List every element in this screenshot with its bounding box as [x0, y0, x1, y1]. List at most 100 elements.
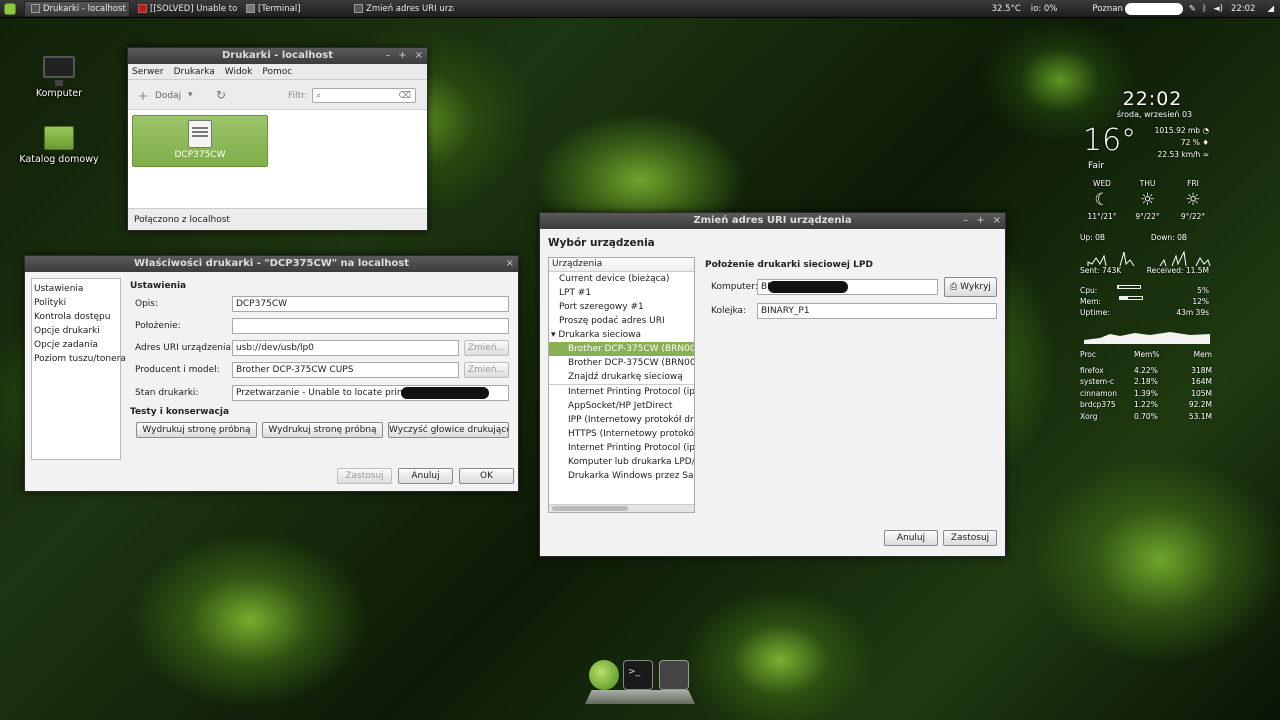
conky-cpu-value: 5%	[1197, 286, 1209, 295]
detail-title: Położenie drukarki sieciowej LPD	[705, 260, 873, 270]
props-sidebar-item[interactable]: Kontrola dostępu	[34, 310, 118, 324]
cancel-button[interactable]: Anuluj	[398, 468, 453, 484]
terminal-icon[interactable]: >_	[623, 660, 653, 690]
table-cell: 1.39%	[1134, 388, 1158, 398]
props-sidebar-item[interactable]: Poziom tuszu/tonera	[34, 352, 126, 366]
filter-input[interactable]: ⌕ ⌫	[312, 88, 416, 103]
volume-icon[interactable]: ◄)	[1213, 4, 1223, 14]
io-indicator: io: 0%	[1030, 4, 1058, 14]
uri-label: Adres URI urządzenia:	[135, 343, 235, 353]
props-titlebar[interactable]: Właściwości drukarki - "DCP375CW" na loc…	[25, 256, 518, 272]
minimize-icon[interactable]: –	[385, 48, 390, 64]
network-icon[interactable]: ◢	[1267, 4, 1274, 14]
close-icon[interactable]: ×	[415, 48, 423, 64]
device-list-item[interactable]: Current device (bieżąca)	[549, 272, 694, 286]
device-list-item[interactable]: AppSocket/HP JetDirect	[549, 399, 694, 413]
props-sidebar-item[interactable]: Ustawienia	[34, 282, 118, 296]
horizontal-scrollbar[interactable]	[549, 504, 694, 512]
system-monitor-icon[interactable]	[659, 660, 689, 690]
chevron-down-icon[interactable]: ▾	[188, 90, 193, 100]
close-icon[interactable]: ×	[993, 213, 1001, 229]
refresh-icon[interactable]: ↻	[216, 88, 226, 102]
maximize-icon[interactable]: +	[976, 213, 984, 229]
uri-field[interactable]: usb://dev/usb/lp0	[232, 340, 459, 356]
printers-titlebar[interactable]: Drukarki - localhost – + ×	[128, 48, 427, 64]
menu-icon[interactable]	[4, 2, 16, 15]
model-field[interactable]: Brother DCP-375CW CUPS	[232, 362, 459, 378]
device-list-item[interactable]: Internet Printing Protocol (ipps	[549, 385, 694, 399]
print-test-page-button-2[interactable]: Wydrukuj stronę próbną	[262, 422, 383, 438]
forecast-range: 9°/22°	[1180, 212, 1206, 221]
moon-icon: ☾	[1094, 190, 1110, 210]
props-title: Właściwości drukarki - "DCP375CW" na loc…	[133, 258, 409, 269]
apply-button[interactable]: Zastosuj	[943, 530, 997, 546]
clear-icon[interactable]: ⌫	[398, 89, 411, 102]
device-list-header[interactable]: Urządzenia	[549, 258, 694, 272]
refresh-app-icon[interactable]	[589, 660, 619, 690]
taskbar-item[interactable]: [[SOLVED] Unable to ...	[132, 1, 238, 17]
device-list-item[interactable]: Znajdź drukarkę sieciową	[549, 370, 694, 384]
device-list-item[interactable]: Port szeregowy #1	[549, 300, 694, 314]
clean-heads-button[interactable]: Wyczyść głowice drukujące	[388, 422, 509, 438]
location-field[interactable]	[232, 318, 509, 334]
forecast-day: WED ☾ 11°/21°	[1082, 179, 1122, 221]
gauge-icon: ◔	[1202, 126, 1209, 135]
menu-item[interactable]: Serwer	[132, 67, 164, 77]
sun-icon: ☼	[1139, 190, 1156, 210]
apply-button[interactable]: Zastosuj	[337, 468, 392, 484]
device-list-item[interactable]: Brother DCP-375CW (BRN001B	[549, 342, 694, 356]
add-icon[interactable]: +	[138, 89, 148, 103]
bluetooth-icon[interactable]: ᛒ	[1202, 4, 1207, 14]
desc-field[interactable]: DCP375CW	[232, 296, 509, 312]
uri-titlebar[interactable]: Zmień adres URI urządzenia – + ×	[540, 213, 1005, 229]
search-icon: ⌕	[316, 91, 322, 101]
close-icon[interactable]: ×	[506, 256, 514, 272]
taskbar-item[interactable]: Drukarki - localhost	[24, 0, 130, 17]
menu-item[interactable]: Drukarka	[174, 67, 215, 77]
props-sidebar-item[interactable]: Polityki	[34, 296, 118, 310]
panel-clock[interactable]: 22:02	[1231, 4, 1256, 14]
device-list-item[interactable]: ▾ Drukarka sieciowa	[549, 328, 694, 342]
change-uri-button[interactable]: Zmień...	[464, 340, 509, 356]
forecast-range: 11°/21°	[1087, 212, 1117, 221]
props-sidebar-item[interactable]: Opcje zadania	[34, 338, 118, 352]
device-list-item-label: LPT #1	[559, 288, 592, 298]
window-icon	[31, 4, 40, 13]
change-model-button[interactable]: Zmień...	[464, 362, 509, 378]
printer-properties-window: Właściwości drukarki - "DCP375CW" na loc…	[24, 255, 519, 492]
host-label: Komputer:	[711, 282, 758, 292]
props-sidebar-item[interactable]: Opcje drukarki	[34, 324, 118, 338]
menu-item[interactable]: Pomoc	[262, 67, 292, 77]
queue-field[interactable]: BINARY_P1	[757, 303, 997, 319]
desktop-home[interactable]: Katalog domowy	[19, 126, 99, 165]
table-cell: Proc	[1080, 350, 1097, 359]
minimize-icon[interactable]: –	[963, 213, 968, 229]
device-list-item[interactable]: HTTPS (Internetowy protokół dr	[549, 427, 694, 441]
conky-clock: 22:02	[1122, 88, 1183, 110]
device-list-item[interactable]: Brother DCP-375CW (BRN001B	[549, 356, 694, 370]
taskbar-item[interactable]: Zmień adres URI urzą...	[348, 1, 454, 17]
printer-item[interactable]: DCP375CW	[132, 115, 268, 167]
host-field[interactable]: BR	[757, 279, 938, 295]
device-list-item[interactable]: Proszę podać adres URI	[549, 314, 694, 328]
uri-title: Zmień adres URI urządzenia	[693, 215, 852, 226]
add-button[interactable]: Dodaj	[155, 91, 181, 101]
menu-item[interactable]: Widok	[225, 67, 253, 77]
ok-button[interactable]: OK	[459, 468, 514, 484]
maximize-icon[interactable]: +	[398, 48, 406, 64]
device-list-item[interactable]: Internet Printing Protocol (ipp1	[549, 441, 694, 455]
conky-mem-value: 12%	[1192, 297, 1209, 306]
taskbar-item[interactable]: [Terminal]	[240, 1, 346, 17]
table-row: cinnamon 1.39% 105M	[1080, 389, 1215, 401]
device-list-item[interactable]: IPP (Internetowy protokół druk	[549, 413, 694, 427]
device-list-item[interactable]: Komputer lub drukarka LPD/LP	[549, 455, 694, 469]
desktop-computer[interactable]: Komputer	[19, 56, 99, 99]
pen-icon[interactable]: ✎	[1189, 4, 1196, 14]
device-list-item[interactable]: LPT #1	[549, 286, 694, 300]
print-test-page-button[interactable]: Wydrukuj stronę próbną	[136, 422, 257, 438]
cancel-button[interactable]: Anuluj	[884, 530, 938, 546]
table-cell: Mem%	[1134, 350, 1160, 359]
props-sidebar: Ustawienia Polityki Kontrola dostępu Opcje …	[31, 278, 126, 460]
device-list-item[interactable]: Drukarka Windows przez Samb	[549, 469, 694, 483]
probe-button[interactable]: ⎙ Wykryj	[944, 277, 997, 297]
